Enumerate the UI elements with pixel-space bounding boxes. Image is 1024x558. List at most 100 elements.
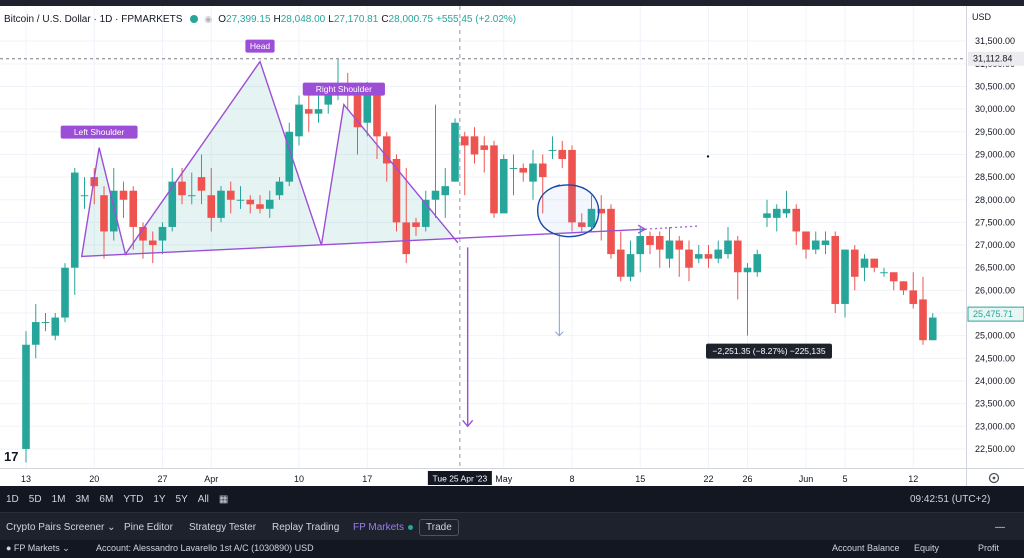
time-tick-label: 10 [294,474,304,484]
time-tick-label: May [495,474,513,484]
axis-settings-button[interactable] [966,468,1024,486]
candle-body [519,168,528,173]
candle-body [782,208,791,214]
candle-body [675,240,684,250]
chart-svg[interactable]: Left Shoulder Head Right Shoulder −2,251.35… [0,6,966,468]
candle-body [928,317,937,341]
candle-body [402,222,411,255]
candle-body [792,208,801,232]
last-price-badge-text: 25,475.71 [973,309,1013,319]
candle-body [119,190,128,200]
candle-body [655,236,664,250]
candle-body [100,195,108,232]
eye-icon[interactable]: ◉ [204,14,212,25]
candle-body [665,240,674,259]
clock[interactable]: 09:42:51 (UTC+2) [910,486,990,512]
tab-pine-editor[interactable]: Pine Editor [124,513,173,541]
candle-body [490,145,498,214]
candle-body [41,322,50,324]
candle-body [821,240,830,246]
candle-body [811,240,820,250]
account-name[interactable]: Account: Alessandro Lavarello 1st A/C (1… [96,543,314,553]
time-tick-label: 20 [89,474,99,484]
range-3m[interactable]: 3M [76,494,90,505]
candle-body [919,299,927,341]
candle-body [860,258,869,268]
trade-button[interactable]: Trade [419,513,459,541]
candle-body [31,322,40,345]
account-bar: ● FP Markets ⌄ Account: Alessandro Lavar… [0,540,1024,558]
candle-body [685,249,693,268]
candle-body [899,281,908,291]
price-tick-label: 31,500.00 [975,36,1015,46]
legend-open: 27,399.15 [226,13,271,25]
settings-icon [988,472,1000,484]
candle-body [753,254,762,273]
candle-body [704,254,713,259]
candle-body [61,267,69,318]
time-tick-label: 8 [569,474,574,484]
neckline-extension [645,225,699,230]
range-1d[interactable]: 1D [6,494,19,505]
candle-body [158,226,167,241]
legend: Bitcoin / U.S. Dollar · 1D · FPMARKETS ◉… [2,11,519,27]
tab-crypto-pairs-screener[interactable]: Crypto Pairs Screener ⌄ [6,513,116,541]
time-tick-label: 15 [635,474,645,484]
minimize-panel-icon[interactable]: — [995,513,1005,541]
range-5d[interactable]: 5D [29,494,42,505]
date-range-icon[interactable]: ▦ [219,494,228,505]
time-tick-label: 13 [21,474,31,484]
time-axis[interactable]: 13 20 27 Apr 10 17 May 8 15 22 26 Jun 5 12 Tue 25 Apr … [0,468,966,486]
candle-body [246,199,255,205]
candle-body [197,177,206,191]
range-1m[interactable]: 1M [52,494,66,505]
broker-name[interactable]: ● FP Markets ⌄ [6,543,70,554]
crosshair-date-badge: Tue 25 Apr '23 [427,471,492,485]
candle-body [168,181,177,227]
range-5y[interactable]: 5Y [176,494,188,505]
legend-close-label: C [381,13,389,25]
range-ytd[interactable]: YTD [123,494,143,505]
price-tick-label: 24,500.00 [975,353,1015,363]
tab-fp-markets[interactable]: FP Markets [353,513,413,541]
price-axis[interactable]: 22,500.00 23,000.00 23,500.00 24,000.00 24,5… [966,6,1024,468]
candle-body [499,158,508,214]
price-tick-label: 29,000.00 [975,149,1015,159]
candle-body [22,344,30,449]
equity-label: Equity [914,543,940,553]
legend-change: +555.45 (+2.02%) [436,13,517,25]
bottom-toolbar: 1D 5D 1M 3M 6M YTD 1Y 5Y All ▦ 09:42:51 … [0,486,1024,512]
price-tick-label: 28,500.00 [975,172,1015,182]
candle-body [529,163,537,182]
chart-area[interactable]: Left Shoulder Head Right Shoulder −2,251.35… [0,6,966,468]
pattern-label: Head [245,39,275,53]
tradingview-logo: 17 [4,449,19,464]
price-tick-label: 27,500.00 [975,217,1015,227]
price-tick-label: 30,000.00 [975,104,1015,114]
candle-body [460,136,469,146]
candle-body [558,149,567,159]
candle-body [373,91,381,137]
range-6m[interactable]: 6M [99,494,113,505]
tab-replay-trading[interactable]: Replay Trading [272,513,339,541]
tab-strategy-tester[interactable]: Strategy Tester [189,513,256,541]
price-tick-label: 23,000.00 [975,421,1015,431]
currency-selector[interactable]: USD [972,12,991,22]
legend-high: 28,048.00 [280,13,326,25]
candle-body [889,272,898,282]
candle-body [70,172,79,268]
candle-body [275,181,284,196]
range-1y[interactable]: 1Y [153,494,165,505]
measure-label-text: −2,251.35 (−8.27%) −225,135 [712,346,825,356]
candle-body [314,109,323,114]
candle-body [353,95,362,128]
pattern-label-text: Right Shoulder [316,84,372,94]
range-all[interactable]: All [198,494,209,505]
candle-body [616,249,625,277]
candle-body [217,190,225,218]
candle-body [51,317,60,336]
candle-body [733,240,742,273]
price-tick-label: 30,500.00 [975,81,1015,91]
time-axis-svg: 13 20 27 Apr 10 17 May 8 15 22 26 Jun 5 12 Tue 25 Apr … [21,471,918,485]
price-tick-label: 24,000.00 [975,376,1015,386]
